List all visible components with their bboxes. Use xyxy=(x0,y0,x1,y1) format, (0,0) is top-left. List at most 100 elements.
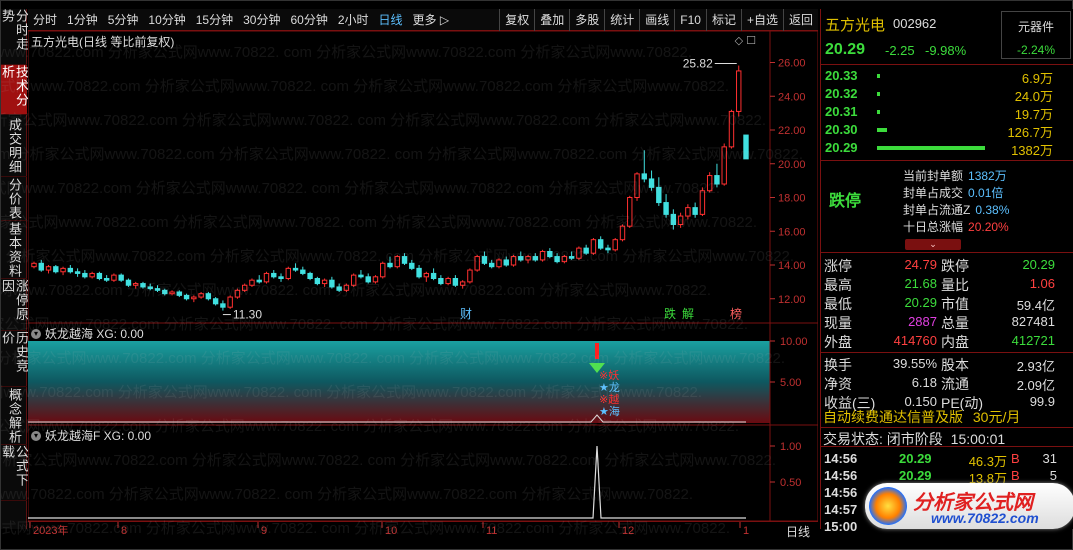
order-book-row[interactable]: 20.29 1382万 xyxy=(821,139,1073,158)
trade-price: 20.29 xyxy=(899,468,932,483)
period-label[interactable]: 日线 xyxy=(786,523,810,540)
toolbar-button-8[interactable]: 返回 xyxy=(782,9,818,31)
indicator-2-title[interactable]: ▾ 妖龙越海F XG: 0.00 xyxy=(31,427,151,444)
candle xyxy=(743,134,749,160)
candle xyxy=(227,295,233,309)
stat-value: 21.68 xyxy=(904,276,937,291)
book-volume-bar xyxy=(877,128,887,132)
toolbar-button-4[interactable]: 画线 xyxy=(639,9,674,31)
stat-value: 414760 xyxy=(893,333,937,348)
toolbar-button-2[interactable]: 多股 xyxy=(569,9,604,31)
sidebar-item-5[interactable]: 涨停原因 xyxy=(0,279,29,331)
kline-svg[interactable]: 26.00 24.00 22.00 20.00 18.00 16.00 14.00 12.00… xyxy=(27,30,819,324)
book-price: 20.32 xyxy=(825,86,858,101)
collapse-icon[interactable]: ▾ xyxy=(31,328,41,339)
period-tab-2[interactable]: 5分钟 xyxy=(103,9,144,31)
expand-chevron-icon[interactable]: ⌄ xyxy=(905,239,961,250)
toolbar-button-1[interactable]: 叠加 xyxy=(534,9,569,31)
y-tick-label: 20.00 xyxy=(778,159,806,171)
order-book-row[interactable]: 20.33 6.9万 xyxy=(821,67,1073,86)
trading-app-window: 分时走势 技术分析 成交明细 分价表 基本资料 涨停原因 历史竞价 概念解析 公式下载 分时 1分… xyxy=(0,0,1073,550)
sidebar-item-8[interactable]: 公式下载 xyxy=(0,445,29,501)
trade-status-bar: 交易状态: 闭市阶段 15:00:01 xyxy=(821,427,1073,447)
event-marker: 跌 xyxy=(664,306,676,321)
date-axis-svg: 2023年 8 9 10 11 12 1 xyxy=(29,522,749,537)
toolbar-button-7[interactable]: +自选 xyxy=(740,9,783,31)
signal-char: ※妖 xyxy=(599,368,619,382)
sector-tag[interactable]: 元器件 -2.24% xyxy=(1001,11,1071,59)
candle xyxy=(561,254,568,264)
limit-info-value: 0.01倍 xyxy=(968,186,1004,200)
toolbar-button-0[interactable]: 复权 xyxy=(499,9,534,31)
order-book-row[interactable]: 20.31 19.7万 xyxy=(821,103,1073,122)
stat-row: 现量 2887 总量 827481 xyxy=(821,313,1073,331)
ad-price: 30元/月 xyxy=(972,409,1021,425)
main-kline-chart[interactable]: 26.00 24.00 22.00 20.00 18.00 16.00 14.00 12.00… xyxy=(27,30,819,324)
main-chart-title: 五方光电(日线 等比前复权) xyxy=(31,35,175,49)
period-tab-9[interactable]: 更多 ▷ xyxy=(408,9,455,31)
toolbar-button-3[interactable]: 统计 xyxy=(604,9,639,31)
book-volume-bar xyxy=(877,92,880,96)
indicator-1-title[interactable]: ▾ 妖龙越海 XG: 0.00 xyxy=(31,325,144,342)
indicator-1-label: 妖龙越海 XG: 0.00 xyxy=(45,327,144,341)
stat-value: 1.06 xyxy=(1029,276,1055,291)
stat-label: 总量 xyxy=(941,315,969,331)
candle xyxy=(619,224,626,242)
indicator-chart-1[interactable]: 10.00 5.00 ※妖 ★龙 ※越 ★海 ▾ 妖龙越海 XG: 0.00 xyxy=(27,322,819,426)
date-axis: 2023年 8 9 10 11 12 1 日线 xyxy=(28,521,818,540)
period-tabs: 分时 1分钟 5分钟 10分钟 15分钟 30分钟 60分钟 2小时 日线 更多 ▷ xyxy=(28,9,454,31)
stats-grid: 涨停 24.79 跌停 20.29 最高 21.68 量比 1.06 最低 20.29 市值 59.4… xyxy=(821,252,1073,411)
watermark-logo: 分析家公式网 www.70822.com xyxy=(865,483,1073,529)
period-tab-6[interactable]: 60分钟 xyxy=(285,9,332,31)
period-tab-1[interactable]: 1分钟 xyxy=(62,9,103,31)
sidebar-item-1[interactable]: 技术分析 xyxy=(0,65,29,115)
sidebar-item-6[interactable]: 历史竞价 xyxy=(0,331,29,387)
sidebar-item-4[interactable]: 基本资料 xyxy=(1,221,27,279)
toolbar-button-5[interactable]: F10 xyxy=(674,9,706,31)
candle xyxy=(241,283,248,292)
period-tab-7[interactable]: 2小时 xyxy=(333,9,374,31)
sidebar-item-7[interactable]: 概念解析 xyxy=(1,387,27,445)
trade-time: 14:56 xyxy=(824,485,858,500)
candle xyxy=(53,265,59,274)
sidebar-item-2[interactable]: 成交明细 xyxy=(1,115,27,177)
date-label: 2023年 xyxy=(33,523,68,537)
date-label: 10 xyxy=(385,525,397,537)
candle xyxy=(96,271,103,281)
trade-row: 14:56 20.29 13.8万 B 5 xyxy=(821,468,1073,486)
collapse-icon[interactable]: ▾ xyxy=(31,430,41,441)
stat-label: 现量 xyxy=(824,315,852,331)
status-label: 交易状态: xyxy=(823,431,883,447)
toolbar-button-6[interactable]: 标记 xyxy=(705,9,741,31)
chart-options-icon[interactable]: ◇ ☐ xyxy=(735,34,756,47)
period-tab-4[interactable]: 15分钟 xyxy=(191,9,238,31)
period-tab-3[interactable]: 10分钟 xyxy=(143,9,190,31)
period-tab-5[interactable]: 30分钟 xyxy=(238,9,285,31)
indicator-1-tick-label: 10.00 xyxy=(780,336,808,348)
sidebar-item-0[interactable]: 分时走势 xyxy=(0,9,29,65)
event-marker: 财 xyxy=(460,307,472,321)
subscription-ad[interactable]: 自动续费通达信普及版 30元/月 xyxy=(823,407,1073,427)
date-label: 8 xyxy=(121,525,127,537)
date-label: 12 xyxy=(622,525,634,537)
y-tick-label: 14.00 xyxy=(778,260,806,272)
order-book-row[interactable]: 20.32 24.0万 xyxy=(821,85,1073,104)
indicator-1-tick-label: 5.00 xyxy=(780,377,801,389)
period-tab-0[interactable]: 分时 xyxy=(28,9,62,31)
period-tab-8[interactable]: 日线 xyxy=(374,9,408,31)
stat-value: 24.79 xyxy=(904,257,937,272)
event-marker: 解 xyxy=(682,307,694,321)
indicator-chart-2[interactable]: 1.00 0.50 ▾ 妖龙越海F XG: 0.00 xyxy=(27,424,819,522)
order-book-row[interactable]: 20.30 126.7万 xyxy=(821,121,1073,140)
date-label: 9 xyxy=(261,525,267,537)
stat-value: 827481 xyxy=(1011,314,1055,329)
indicator-2-tick-label: 0.50 xyxy=(780,477,801,489)
stat-label: 最低 xyxy=(824,296,852,312)
stat-value: 20.29 xyxy=(904,295,937,310)
flower-logo-icon xyxy=(869,487,907,525)
stat-value: 59.4亿 xyxy=(1016,298,1055,313)
stock-code: 002962 xyxy=(893,16,937,31)
limit-box: 跌停 当前封单额 1382万 封单占成交 0.01倍 封单占流通Z 0.38% 十日总涨幅 2… xyxy=(821,160,1073,252)
indicator-1-svg[interactable]: 10.005.00※妖★龙※越★海 xyxy=(27,322,819,426)
sidebar-item-3[interactable]: 分价表 xyxy=(1,177,27,221)
